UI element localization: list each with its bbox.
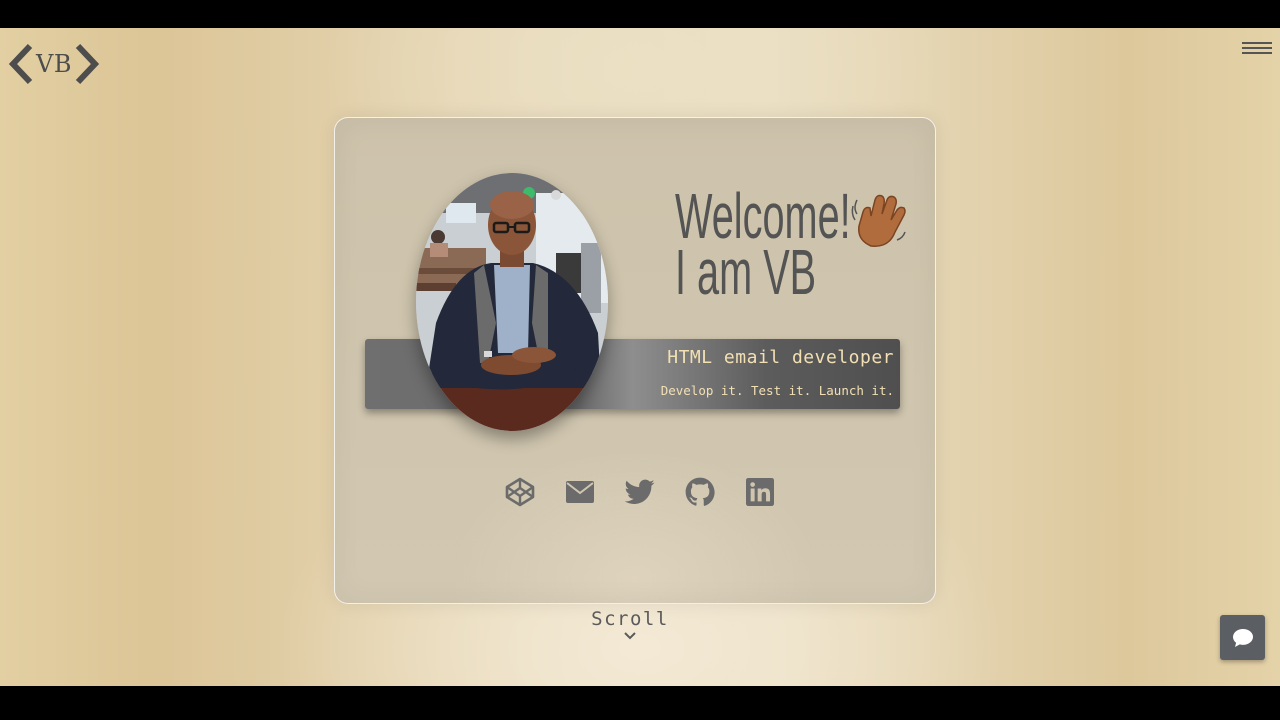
letterbox-top [0, 0, 1280, 28]
email-icon[interactable] [563, 475, 597, 509]
waving-hand-icon [851, 194, 906, 247]
role-title: HTML email developer [667, 347, 894, 368]
hero-card: HTML email developer Develop it. Test it… [334, 117, 936, 604]
home-logo-link[interactable]: VB [8, 42, 100, 86]
chevron-down-icon [624, 632, 636, 640]
logo-text: VB [36, 50, 72, 78]
hamburger-menu-icon[interactable] [1242, 42, 1272, 56]
github-icon[interactable] [683, 475, 717, 509]
intro-text: I am VB [675, 236, 817, 308]
chevron-right-icon [75, 43, 100, 85]
tagline: Develop it. Test it. Launch it. [660, 383, 894, 398]
scroll-label: Scroll [591, 608, 669, 630]
welcome-heading: Welcome! I am VB [675, 184, 851, 308]
linkedin-icon[interactable] [743, 475, 777, 509]
chevron-left-icon [8, 43, 33, 85]
scroll-hint[interactable]: Scroll [570, 608, 690, 640]
codepen-icon[interactable] [503, 475, 537, 509]
chat-button[interactable] [1220, 615, 1265, 660]
profile-photo [416, 173, 608, 431]
letterbox-bottom [0, 686, 1280, 720]
social-links [503, 475, 777, 509]
twitter-icon[interactable] [623, 475, 657, 509]
page-background: VB HTML email developer Develop it. Test… [0, 28, 1280, 686]
chat-bubble-icon [1232, 628, 1253, 647]
